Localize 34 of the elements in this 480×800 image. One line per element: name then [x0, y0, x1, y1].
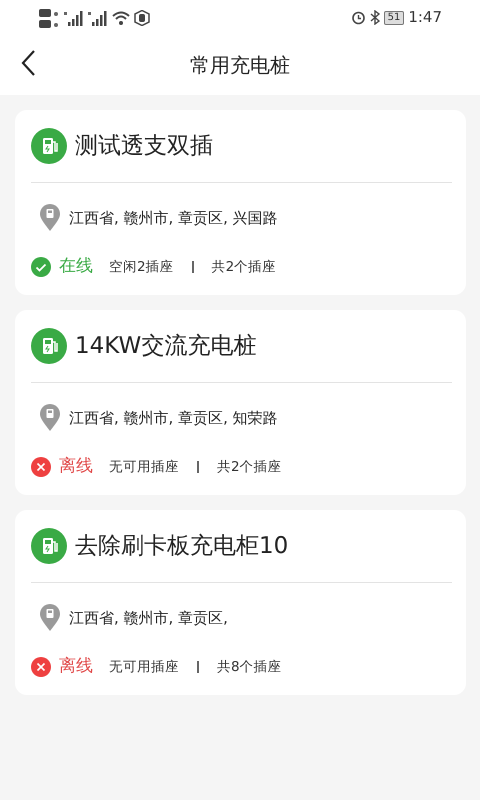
- free-sockets: 无可用插座: [109, 458, 179, 477]
- location-pin-icon: [39, 204, 61, 232]
- location-pin-icon: [39, 404, 61, 432]
- station-card[interactable]: 14KW交流充电桩 江西省, 赣州市, 章贡区, 知荣路 离线 无可用插座 共2个插座: [15, 310, 466, 495]
- total-sockets: 共2个插座: [212, 258, 276, 277]
- status-label: 离线: [59, 455, 93, 478]
- status-label: 离线: [59, 655, 93, 678]
- station-name: 去除刷卡板充电柜10: [75, 532, 288, 561]
- bluetooth-icon: [370, 10, 380, 25]
- charger-icon: [31, 328, 67, 364]
- status-label: 在线: [59, 255, 93, 278]
- station-card[interactable]: 测试透支双插 江西省, 赣州市, 章贡区, 兴国路 在线 空闲2插座 共2个插座: [15, 110, 466, 295]
- free-sockets: 无可用插座: [109, 658, 179, 677]
- station-name: 14KW交流充电桩: [75, 332, 256, 361]
- total-sockets: 共8个插座: [217, 658, 282, 677]
- location-pin-icon: [39, 604, 61, 632]
- back-icon: [20, 49, 36, 77]
- battery-level: 51: [384, 10, 404, 24]
- total-sockets: 共2个插座: [217, 458, 282, 477]
- page-title: 常用充电桩: [190, 52, 290, 79]
- station-address: 江西省, 赣州市, 章贡区,: [69, 608, 228, 629]
- free-sockets: 空闲2插座: [109, 258, 174, 277]
- station-name: 测试透支双插: [75, 132, 213, 161]
- signal-icon: [88, 10, 108, 26]
- clock-time: 1:47: [408, 7, 442, 28]
- wifi-icon: [112, 10, 130, 26]
- station-address: 江西省, 赣州市, 章贡区, 兴国路: [69, 208, 278, 229]
- station-card[interactable]: 去除刷卡板充电柜10 江西省, 赣州市, 章贡区, 离线 无可用插座 共8个插座: [15, 510, 466, 695]
- charger-icon: [31, 528, 67, 564]
- station-address: 江西省, 赣州市, 章贡区, 知荣路: [69, 408, 278, 429]
- signal-icon: [64, 10, 84, 26]
- shield-icon: [134, 10, 150, 26]
- charger-icon: [31, 128, 67, 164]
- alarm-icon: [350, 10, 366, 25]
